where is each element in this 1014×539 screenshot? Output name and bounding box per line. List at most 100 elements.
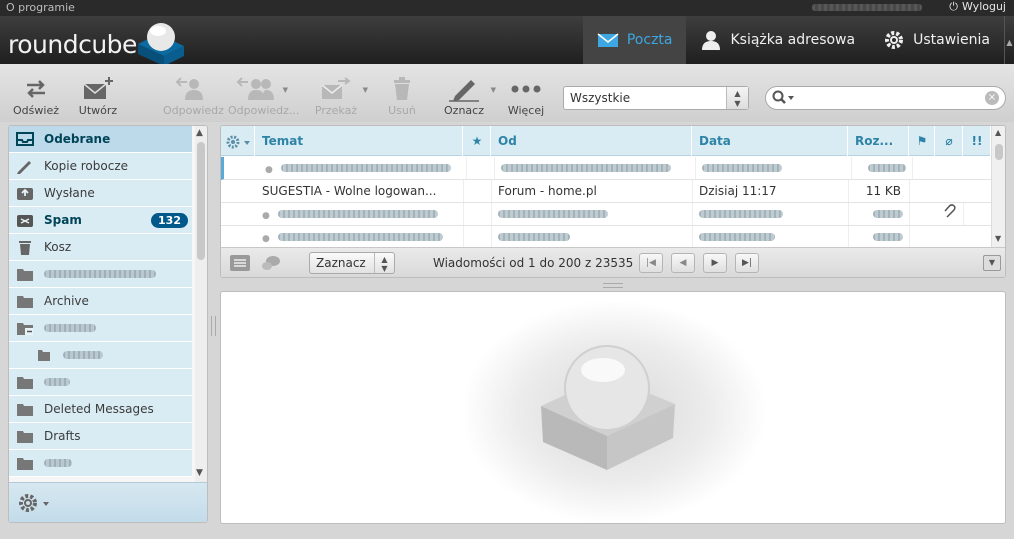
more-dots-icon — [511, 85, 541, 93]
table-row[interactable]: SUGESTIA - Wolne logowan... Forum - home… — [221, 180, 991, 203]
mark-dropdown-icon[interactable]: ▼ — [491, 86, 496, 94]
message-list-scrollbar[interactable]: ▲ ▼ — [991, 126, 1005, 248]
about-link[interactable]: O programie — [6, 1, 75, 14]
last-page-icon[interactable]: ▶| — [735, 253, 759, 273]
reply-button[interactable]: Odpowiedz — [163, 76, 224, 117]
compose-button[interactable]: Utwórz — [70, 76, 126, 117]
previous-page-icon[interactable]: ◀ — [671, 253, 695, 273]
folder-drafts[interactable]: Drafts — [9, 423, 192, 450]
next-page-icon[interactable]: ▶ — [703, 253, 727, 273]
scroll-thumb[interactable] — [995, 144, 1003, 160]
logo-wordmark: roundcube — [8, 30, 137, 59]
toolbar: Odśwież Utwórz Odpowiedz Odpowiedz... ▼ … — [0, 64, 1014, 122]
reply-icon — [175, 77, 203, 100]
taskbar-collapse-icon[interactable]: ▲ — [1004, 16, 1014, 64]
message-filter-select[interactable]: Wszystkie ▲ ▼ — [563, 86, 749, 110]
table-row[interactable]: ● — [221, 157, 991, 180]
column-attachment-icon[interactable]: ⌀ — [936, 126, 963, 156]
pencil-icon — [16, 158, 34, 174]
folder-settings-gear-icon[interactable] — [17, 492, 53, 514]
redacted-folder-name — [44, 459, 72, 467]
threads-view-icon[interactable] — [261, 255, 281, 271]
first-page-icon[interactable]: |◀ — [639, 253, 663, 273]
select-spin-icon: ▲ ▼ — [374, 253, 394, 273]
table-row[interactable]: ● — [221, 203, 991, 226]
table-row[interactable]: ● — [221, 226, 991, 249]
toggle-preview-icon[interactable]: ▼ — [983, 255, 1001, 271]
message-size: 11 KB — [849, 180, 910, 202]
taskbar: Poczta Książka adresowa Ustawienia ▲ — [582, 16, 1014, 64]
reply-all-label: Odpowiedz... — [228, 104, 300, 117]
task-mail[interactable]: Poczta — [582, 16, 687, 64]
message-list-header: Temat ★ Od Data Roz... ⚑ ⌀ !! — [221, 126, 991, 156]
scroll-up-icon[interactable]: ▲ — [196, 128, 203, 138]
folder-trash[interactable]: Kosz — [9, 234, 192, 261]
redacted-folder-name — [63, 351, 103, 359]
folder-drafts-pl[interactable]: Kopie robocze — [9, 153, 192, 180]
header: roundcube Poczta Książka adresowa Ustawi… — [0, 16, 1014, 66]
refresh-button[interactable]: Odśwież — [8, 76, 64, 117]
folder-redacted-3[interactable] — [9, 450, 192, 477]
folder-inbox[interactable]: Odebrane — [9, 126, 192, 153]
folder-label: Spam — [44, 213, 82, 227]
scroll-down-icon[interactable]: ▼ — [995, 234, 1001, 243]
list-options-gear-icon[interactable] — [221, 126, 255, 156]
task-addressbook[interactable]: Książka adresowa — [686, 16, 869, 64]
unread-count-badge: 132 — [151, 213, 188, 228]
reply-all-button[interactable]: Odpowiedz... ▼ — [228, 76, 299, 117]
refresh-arrows-icon — [27, 80, 45, 98]
refresh-label: Odśwież — [13, 104, 59, 117]
folder-redacted-2[interactable] — [9, 369, 192, 396]
folder-icon — [16, 455, 34, 471]
folder-list: Odebrane Kopie robocze Wysłane Spam 132 … — [8, 125, 208, 523]
compose-label: Utwórz — [78, 104, 118, 117]
sent-icon — [16, 185, 34, 201]
roundcube-logo[interactable]: roundcube — [6, 20, 196, 66]
message-preview-pane — [220, 291, 1006, 524]
forward-dropdown-icon[interactable]: ▼ — [363, 86, 368, 94]
column-priority-icon[interactable]: !! — [964, 126, 991, 156]
task-settings-label: Ustawienia — [913, 32, 990, 48]
vertical-splitter[interactable] — [211, 316, 216, 336]
list-view-icon[interactable] — [229, 254, 251, 272]
task-settings[interactable]: Ustawienia — [869, 16, 1004, 64]
forward-button[interactable]: Przekaż ▼ — [308, 76, 368, 117]
search-box[interactable]: × — [765, 86, 1006, 110]
filter-spin-icon: ▲ ▼ — [726, 87, 748, 109]
column-size[interactable]: Roz... — [849, 126, 909, 156]
column-from[interactable]: Od — [492, 126, 692, 156]
scroll-down-icon[interactable]: ▼ — [196, 468, 203, 478]
watermark-logo-icon — [541, 345, 675, 470]
horizontal-splitter[interactable] — [603, 283, 623, 288]
folder-redacted[interactable] — [9, 261, 192, 288]
folder-collapse-icon[interactable] — [16, 320, 34, 336]
column-flag-icon[interactable]: ⚑ — [910, 126, 935, 156]
select-menu-button[interactable]: Zaznacz ▲ ▼ — [309, 252, 395, 274]
more-button[interactable]: Więcej — [498, 76, 554, 117]
scroll-thumb[interactable] — [197, 142, 205, 260]
mark-button[interactable]: Oznacz ▼ — [436, 76, 496, 117]
reply-label: Odpowiedz — [163, 104, 224, 117]
trash-icon — [394, 77, 410, 100]
reply-all-dropdown-icon[interactable]: ▼ — [283, 86, 288, 94]
message-list: Temat ★ Od Data Roz... ⚑ ⌀ !! ● SUGESTIA… — [220, 125, 1006, 278]
logout-link[interactable]: ⏻ Wyloguj — [949, 0, 1006, 14]
mark-label: Oznacz — [444, 104, 484, 117]
column-subject[interactable]: Temat — [256, 126, 463, 156]
folder-spam[interactable]: Spam 132 — [9, 207, 192, 234]
folder-archive[interactable]: Archive — [9, 288, 192, 315]
column-flag-star-icon[interactable]: ★ — [464, 126, 491, 156]
message-list-footer: Zaznacz ▲ ▼ Wiadomości od 1 do 200 z 2353… — [221, 247, 1005, 277]
folder-sent[interactable]: Wysłane — [9, 180, 192, 207]
scroll-up-icon[interactable]: ▲ — [995, 128, 1001, 137]
delete-button[interactable]: Usuń — [374, 76, 430, 117]
column-date[interactable]: Data — [693, 126, 848, 156]
message-count-display: Wiadomości od 1 do 200 z 23535 — [433, 256, 634, 270]
folder-redacted-sub[interactable] — [9, 342, 192, 369]
folder-deleted-messages[interactable]: Deleted Messages — [9, 396, 192, 423]
forward-label: Przekaż — [314, 104, 358, 117]
folder-scrollbar[interactable]: ▲ ▼ — [195, 126, 207, 482]
search-reset-icon[interactable]: × — [985, 91, 999, 105]
folder-redacted-parent[interactable] — [9, 315, 192, 342]
search-icon[interactable] — [772, 90, 798, 106]
